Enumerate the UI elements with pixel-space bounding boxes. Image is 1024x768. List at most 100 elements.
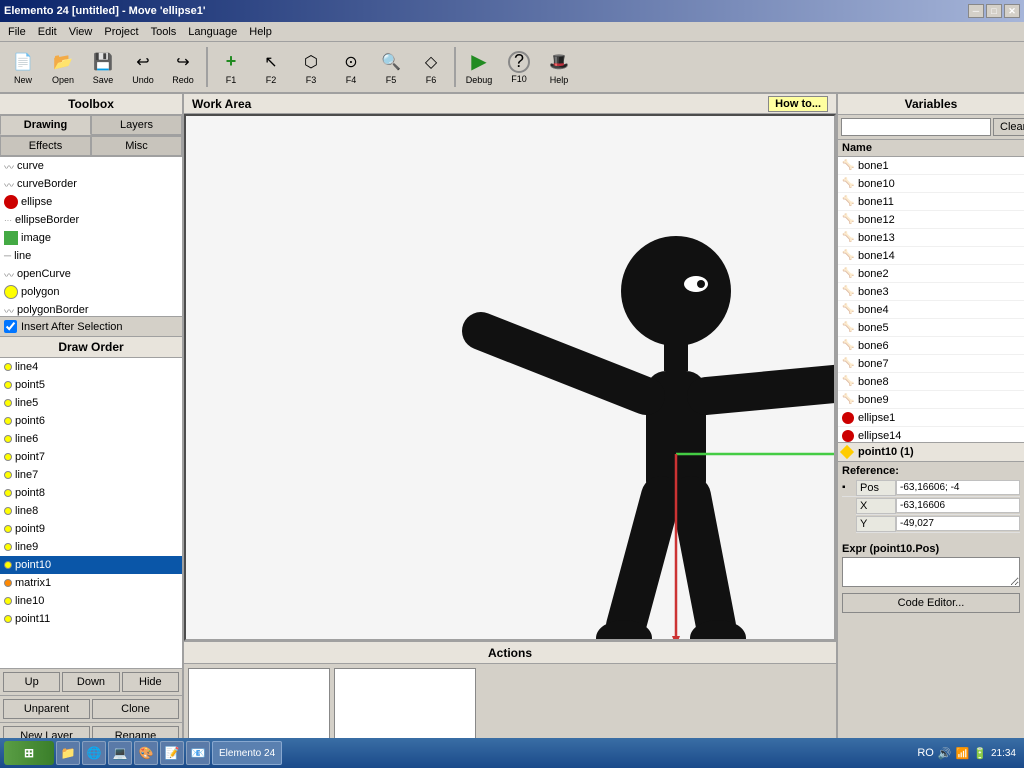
new-icon: 📄 bbox=[11, 50, 35, 74]
bone-icon: 🦴 bbox=[842, 340, 854, 352]
var-item-bone5[interactable]: 🦴 bone5 bbox=[838, 319, 1024, 337]
expand-icon[interactable]: ▪ bbox=[842, 482, 854, 493]
down-button[interactable]: Down bbox=[62, 672, 119, 692]
menu-project[interactable]: Project bbox=[98, 24, 144, 40]
var-item-bone9[interactable]: 🦴 bone9 bbox=[838, 391, 1024, 409]
var-item-ellipse14[interactable]: ellipse14 bbox=[838, 427, 1024, 442]
bone-icon: 🦴 bbox=[842, 376, 854, 388]
var-item-bone2[interactable]: 🦴 bone2 bbox=[838, 265, 1024, 283]
list-item-polygon[interactable]: polygon bbox=[0, 283, 182, 301]
menu-file[interactable]: File bbox=[2, 24, 32, 40]
order-item-line9[interactable]: line9 bbox=[0, 538, 182, 556]
selected-item-diamond bbox=[840, 445, 854, 459]
var-item-bone14[interactable]: 🦴 bone14 bbox=[838, 247, 1024, 265]
clone-button[interactable]: Clone bbox=[92, 699, 179, 719]
list-item-ellipse[interactable]: ellipse bbox=[0, 193, 182, 211]
order-item-point10[interactable]: point10 bbox=[0, 556, 182, 574]
order-item-line10[interactable]: line10 bbox=[0, 592, 182, 610]
expr-input[interactable] bbox=[842, 557, 1020, 587]
menu-edit[interactable]: Edit bbox=[32, 24, 63, 40]
help-button[interactable]: 🎩 Help bbox=[540, 44, 578, 90]
var-item-bone8[interactable]: 🦴 bone8 bbox=[838, 373, 1024, 391]
order-item-line4[interactable]: line4 bbox=[0, 358, 182, 376]
order-item-line5[interactable]: line5 bbox=[0, 394, 182, 412]
taskbar-icon-5[interactable]: 📝 bbox=[160, 741, 184, 765]
order-item-line7[interactable]: line7 bbox=[0, 466, 182, 484]
var-item-bone11[interactable]: 🦴 bone11 bbox=[838, 193, 1024, 211]
var-item-bone4[interactable]: 🦴 bone4 bbox=[838, 301, 1024, 319]
canvas-area[interactable]: X Y bbox=[184, 114, 836, 641]
list-item-line[interactable]: ─ line bbox=[0, 247, 182, 265]
f4-button[interactable]: ⊙ F4 bbox=[332, 44, 370, 90]
order-item-point7[interactable]: point7 bbox=[0, 448, 182, 466]
variables-search[interactable] bbox=[841, 118, 991, 136]
save-button[interactable]: 💾 Save bbox=[84, 44, 122, 90]
list-item-ellipseBorder[interactable]: ··· ellipseBorder bbox=[0, 211, 182, 229]
menu-help[interactable]: Help bbox=[243, 24, 278, 40]
open-button[interactable]: 📂 Open bbox=[44, 44, 82, 90]
minimize-button[interactable]: ─ bbox=[968, 4, 984, 18]
taskbar-app-elemento[interactable]: Elemento 24 bbox=[212, 741, 282, 765]
order-item-point9[interactable]: point9 bbox=[0, 520, 182, 538]
tab-layers[interactable]: Layers bbox=[91, 115, 182, 135]
f5-button[interactable]: 🔍 F5 bbox=[372, 44, 410, 90]
order-item-point8[interactable]: point8 bbox=[0, 484, 182, 502]
taskbar-icon-3[interactable]: 💻 bbox=[108, 741, 132, 765]
dot bbox=[4, 543, 12, 551]
var-item-bone6[interactable]: 🦴 bone6 bbox=[838, 337, 1024, 355]
f10-button[interactable]: ? F10 bbox=[500, 44, 538, 90]
tab-effects[interactable]: Effects bbox=[0, 136, 91, 156]
undo-button[interactable]: ↩ Undo bbox=[124, 44, 162, 90]
var-item-bone13[interactable]: 🦴 bone13 bbox=[838, 229, 1024, 247]
f2-button[interactable]: ↖ F2 bbox=[252, 44, 290, 90]
order-item-point6[interactable]: point6 bbox=[0, 412, 182, 430]
how-to-button[interactable]: How to... bbox=[768, 96, 828, 112]
work-area-header: Work Area How to... bbox=[184, 94, 836, 114]
taskbar-icon-4[interactable]: 🎨 bbox=[134, 741, 158, 765]
order-item-matrix1[interactable]: matrix1 bbox=[0, 574, 182, 592]
list-item-curveBorder[interactable]: 〰 curveBorder bbox=[0, 175, 182, 193]
list-item-curve[interactable]: 〰 curve bbox=[0, 157, 182, 175]
var-item-bone7[interactable]: 🦴 bone7 bbox=[838, 355, 1024, 373]
code-editor-button[interactable]: Code Editor... bbox=[842, 593, 1020, 613]
taskbar-icon-2[interactable]: 🌐 bbox=[82, 741, 106, 765]
var-item-bone10[interactable]: 🦴 bone10 bbox=[838, 175, 1024, 193]
order-item-point5[interactable]: point5 bbox=[0, 376, 182, 394]
close-button[interactable]: ✕ bbox=[1004, 4, 1020, 18]
var-item-bone1[interactable]: 🦴 bone1 bbox=[838, 157, 1024, 175]
f1-button[interactable]: + F1 bbox=[212, 44, 250, 90]
clear-button[interactable]: Clear bbox=[993, 118, 1024, 136]
unparent-button[interactable]: Unparent bbox=[3, 699, 90, 719]
insert-after-checkbox[interactable] bbox=[4, 320, 17, 333]
order-item-line6[interactable]: line6 bbox=[0, 430, 182, 448]
right-panel: Variables Clear Name 🦴 bone1 🦴 bone10 🦴 … bbox=[836, 94, 1024, 768]
var-name: bone7 bbox=[858, 358, 889, 370]
tab-drawing[interactable]: Drawing bbox=[0, 115, 91, 135]
ellipse-icon bbox=[842, 430, 854, 442]
redo-button[interactable]: ↪ Redo bbox=[164, 44, 202, 90]
up-button[interactable]: Up bbox=[3, 672, 60, 692]
tray-icon-3: 🔋 bbox=[973, 747, 987, 760]
taskbar-icon-1[interactable]: 📁 bbox=[56, 741, 80, 765]
var-item-ellipse1[interactable]: ellipse1 bbox=[838, 409, 1024, 427]
menu-language[interactable]: Language bbox=[182, 24, 243, 40]
f6-button[interactable]: ◇ F6 bbox=[412, 44, 450, 90]
var-item-bone12[interactable]: 🦴 bone12 bbox=[838, 211, 1024, 229]
var-item-bone3[interactable]: 🦴 bone3 bbox=[838, 283, 1024, 301]
taskbar-icon-6[interactable]: 📧 bbox=[186, 741, 210, 765]
tab-misc[interactable]: Misc bbox=[91, 136, 182, 156]
start-button[interactable]: ⊞ bbox=[4, 741, 54, 765]
hide-button[interactable]: Hide bbox=[122, 672, 179, 692]
menu-tools[interactable]: Tools bbox=[145, 24, 183, 40]
debug-button[interactable]: ▶ Debug bbox=[460, 44, 498, 90]
new-button[interactable]: 📄 New bbox=[4, 44, 42, 90]
left-panel: Toolbox Drawing Layers Effects Misc 〰 cu… bbox=[0, 94, 184, 768]
list-item-image[interactable]: image bbox=[0, 229, 182, 247]
menu-view[interactable]: View bbox=[63, 24, 99, 40]
f3-button[interactable]: ⬡ F3 bbox=[292, 44, 330, 90]
order-item-line8[interactable]: line8 bbox=[0, 502, 182, 520]
maximize-button[interactable]: □ bbox=[986, 4, 1002, 18]
list-item-openCurve[interactable]: 〰 openCurve bbox=[0, 265, 182, 283]
list-item-polygonBorder[interactable]: 〰 polygonBorder bbox=[0, 301, 182, 317]
order-item-point11[interactable]: point11 bbox=[0, 610, 182, 628]
